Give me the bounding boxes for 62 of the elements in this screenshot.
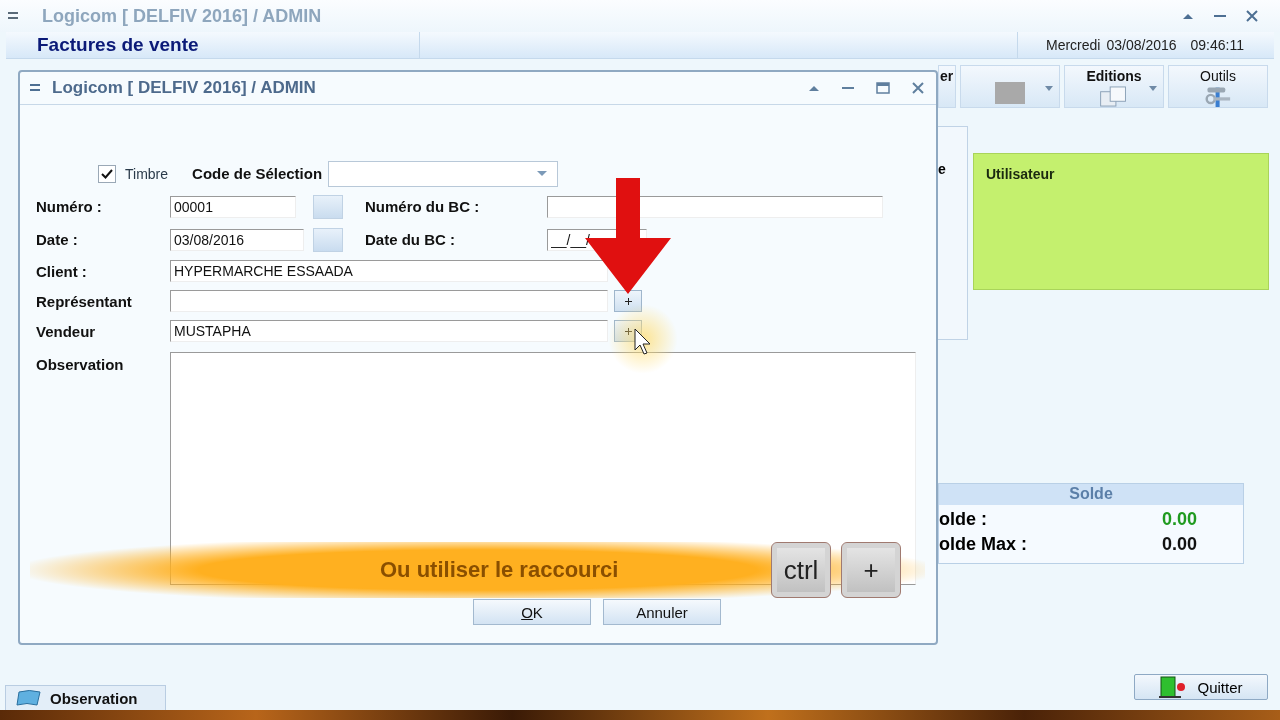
collapse-icon[interactable] <box>1182 12 1194 20</box>
window-title: Logicom [ DELFIV 2016] / ADMIN <box>41 5 323 27</box>
dropdown-field[interactable] <box>328 160 559 187</box>
panel-title: Solde <box>939 484 1243 505</box>
user-panel: Utilisateur <box>973 153 1269 290</box>
keycap: + <box>841 542 901 598</box>
field-label: Numéro : <box>36 198 103 215</box>
field-label: Date : <box>36 231 79 248</box>
swatch-icon <box>995 82 1025 104</box>
add-button[interactable] <box>614 290 642 312</box>
field-label: Date du BC : <box>365 231 456 248</box>
toolbar-button[interactable] <box>960 65 1060 108</box>
field-label: Client : <box>36 262 88 280</box>
menu-icon[interactable] <box>30 84 40 92</box>
minimize-icon[interactable] <box>842 86 854 90</box>
caret-icon <box>1045 86 1053 91</box>
toolbar-button[interactable]: Editions <box>1064 65 1164 108</box>
caret-icon <box>537 171 548 176</box>
plus-icon <box>624 297 632 305</box>
balance-value: 0.00 <box>1161 509 1197 530</box>
scroll-icon <box>16 689 42 707</box>
input-field[interactable]: MUSTAPHA <box>170 320 608 342</box>
caption-text: Ou utiliser le raccourci <box>380 557 619 583</box>
cancel-button[interactable]: Annuler <box>603 599 721 625</box>
collapse-icon[interactable] <box>808 84 820 92</box>
input-field[interactable]: 03/08/2016 <box>170 228 304 251</box>
ok-button[interactable]: OK <box>473 599 591 625</box>
close-icon[interactable] <box>1246 10 1258 22</box>
maximize-icon[interactable] <box>876 82 890 94</box>
menu-icon[interactable] <box>8 12 18 20</box>
date-label: 03/08/2016 <box>1106 37 1177 53</box>
close-icon[interactable] <box>912 82 924 94</box>
checkbox[interactable] <box>98 164 116 183</box>
field-label: Numéro du BC : <box>365 198 481 215</box>
observation-tab[interactable]: Observation <box>5 685 166 710</box>
minimize-icon[interactable] <box>1214 14 1226 18</box>
check-icon <box>101 168 113 179</box>
balance-label: olde Max : <box>939 534 1027 555</box>
day-label: Mercredi <box>1046 37 1101 53</box>
side-panel: e <box>938 126 968 340</box>
exit-door-icon <box>1159 676 1188 698</box>
toolbar-button[interactable]: Outils <box>1168 65 1268 108</box>
keycap: ctrl <box>771 542 831 598</box>
time-label: 09:46:11 <box>1190 37 1244 53</box>
field-label: Vendeur <box>36 322 97 340</box>
input-field[interactable]: HYPERMARCHE ESSAADA <box>170 260 608 282</box>
field-label: Représentant <box>36 292 133 310</box>
field-label: Observation <box>36 355 125 373</box>
pages-icon <box>1099 86 1129 107</box>
toolbar-button[interactable]: er <box>938 65 956 108</box>
dialog-title: Logicom [ DELFIV 2016] / ADMIN <box>52 78 317 98</box>
input-field[interactable] <box>170 290 608 312</box>
input-field[interactable] <box>547 195 883 218</box>
balance-value: 0.00 <box>1161 534 1197 555</box>
page-title: Factures de vente <box>6 32 420 58</box>
balance-label: olde : <box>939 509 987 530</box>
input-field[interactable]: 00001 <box>170 195 296 218</box>
plus-icon <box>624 327 632 335</box>
field-label: Code de Sélection <box>192 165 323 182</box>
quit-button[interactable]: Quitter <box>1134 674 1268 700</box>
caret-icon <box>1149 86 1157 91</box>
checkbox-label: Timbre <box>125 165 169 182</box>
